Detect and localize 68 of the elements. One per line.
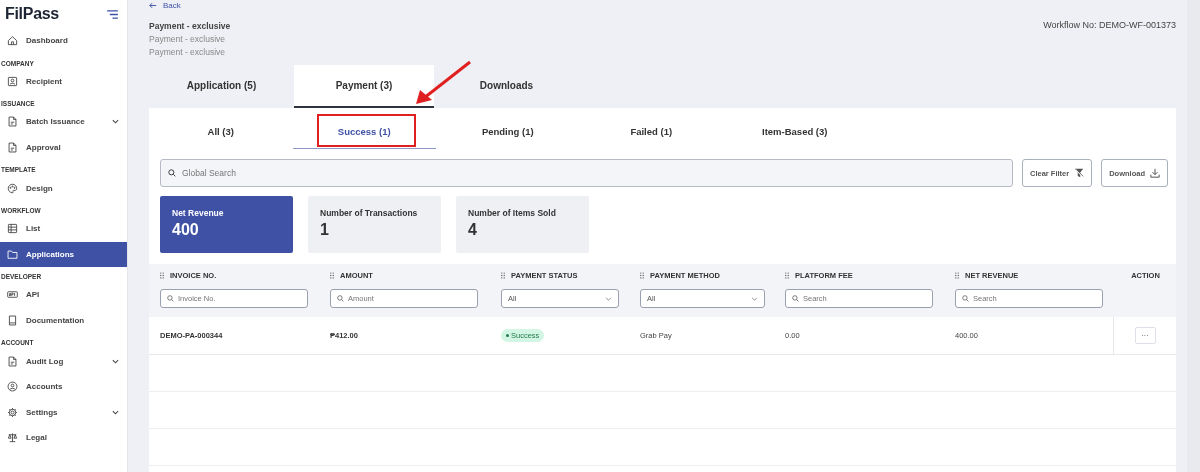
search-field[interactable]: Global Search xyxy=(160,159,1013,187)
person-icon xyxy=(7,75,18,87)
settings-icon xyxy=(7,406,18,418)
stat-value: 400 xyxy=(172,221,200,239)
sidebar-item[interactable]: Dashboard xyxy=(0,28,127,54)
filter-off-icon xyxy=(1074,168,1085,178)
menu-icon[interactable] xyxy=(107,9,118,19)
tab[interactable]: Success (1) xyxy=(292,115,436,149)
tab[interactable]: Failed (1) xyxy=(579,115,723,149)
document-icon xyxy=(7,142,18,154)
document-icon xyxy=(7,355,18,367)
back-link[interactable]: Back xyxy=(149,0,181,10)
drag-handle-icon[interactable] xyxy=(785,272,789,279)
scale-icon xyxy=(7,432,18,444)
stat-label: Net Revenue xyxy=(172,208,225,218)
workflow-number: Workflow No: DEMO-WF-001373 xyxy=(1043,20,1176,32)
drag-handle-icon[interactable] xyxy=(330,272,334,279)
search-icon xyxy=(167,295,174,302)
search-icon xyxy=(962,295,969,302)
stat-value: 4 xyxy=(468,221,478,239)
sidebar-item[interactable]: Applications xyxy=(0,241,127,268)
home-icon xyxy=(7,35,18,47)
stat-label: Number of Transactions xyxy=(320,208,419,218)
search-icon xyxy=(337,295,344,302)
drag-handle-icon[interactable] xyxy=(501,272,505,279)
download-icon xyxy=(1150,168,1161,178)
sidebar-item[interactable]: List xyxy=(0,215,127,242)
tab[interactable]: All (3) xyxy=(149,115,293,149)
chevron-icon xyxy=(112,358,119,364)
sidebar-item[interactable]: Batch Issuance xyxy=(0,109,127,135)
stat-value: 1 xyxy=(320,221,330,239)
drag-handle-icon[interactable] xyxy=(640,272,644,279)
chevron-icon xyxy=(112,119,119,125)
tab[interactable]: Payment (3) xyxy=(294,65,434,108)
sidebar-item[interactable]: Design xyxy=(0,175,127,201)
list-icon xyxy=(7,223,18,235)
tab[interactable]: Pending (1) xyxy=(436,115,580,149)
sidebar-item[interactable]: Accounts xyxy=(0,373,127,400)
search-icon xyxy=(168,169,176,177)
tab[interactable]: Item-Based (3) xyxy=(723,115,867,149)
sidebar-item[interactable]: Documentation xyxy=(0,307,127,334)
folder-icon xyxy=(7,248,18,260)
sidebar-item[interactable]: Legal xyxy=(0,425,127,451)
book-icon xyxy=(7,315,18,327)
tab[interactable]: Downloads xyxy=(434,65,579,108)
document-icon xyxy=(7,116,18,128)
sidebar-item[interactable]: Audit Log xyxy=(0,348,127,374)
page-subtitle: Payment - exclusive xyxy=(149,46,227,59)
drag-handle-icon[interactable] xyxy=(955,272,959,279)
logo: FilPass xyxy=(5,5,59,23)
page-subtitle: Payment - exclusive xyxy=(149,33,227,46)
stat-label: Number of Items Sold xyxy=(468,208,557,218)
arrow-annotation xyxy=(416,60,472,106)
sidebar-item[interactable]: Settings xyxy=(0,399,127,426)
chevron-icon xyxy=(112,409,119,415)
chevron-icon xyxy=(751,296,758,301)
tab[interactable]: Application (5) xyxy=(149,65,294,108)
search-icon xyxy=(792,295,799,302)
user-icon xyxy=(7,381,18,393)
drag-handle-icon[interactable] xyxy=(160,272,164,279)
sidebar-item[interactable]: API xyxy=(0,282,127,308)
page-title: Payment - exclusive xyxy=(149,20,231,33)
chevron-icon xyxy=(605,296,612,301)
api-icon xyxy=(7,289,18,301)
palette-icon xyxy=(7,182,18,194)
arrow-left-icon xyxy=(149,1,157,9)
sidebar-item[interactable]: Recipient xyxy=(0,68,127,95)
sidebar-item[interactable]: Approval xyxy=(0,134,127,161)
